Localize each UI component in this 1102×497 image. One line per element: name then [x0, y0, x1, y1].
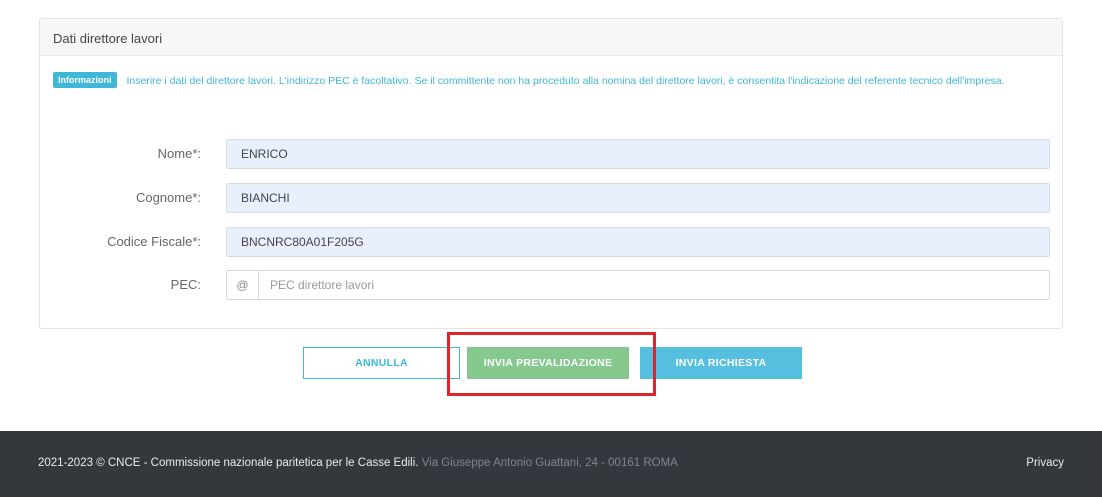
pec-input-group: @ — [226, 270, 1050, 300]
privacy-link[interactable]: Privacy — [1026, 457, 1064, 469]
footer: 2021-2023 © CNCE - Commissione nazionale… — [0, 431, 1102, 497]
info-badge: Informazioni — [53, 72, 117, 88]
footer-credits: 2021-2023 © CNCE - Commissione nazionale… — [38, 457, 678, 469]
send-request-button[interactable]: INVIA RICHIESTA — [640, 347, 802, 379]
footer-copyright: 2021-2023 © CNCE - Commissione nazionale… — [38, 457, 419, 469]
codice-fiscale-input[interactable]: BNCNRC80A01F205G — [226, 227, 1050, 257]
form-row-pec: PEC: @ — [40, 270, 1064, 300]
form-row-codice-fiscale: Codice Fiscale*: BNCNRC80A01F205G — [40, 227, 1064, 257]
info-message: Informazioni Inserire i dati del direttor… — [53, 72, 1053, 90]
info-text: Inserire i dati del direttore lavori. L'… — [126, 75, 1005, 87]
cognome-input[interactable]: BIANCHI — [226, 183, 1050, 213]
pec-label: PEC: — [170, 277, 201, 292]
nome-input[interactable]: ENRICO — [226, 139, 1050, 169]
send-prevalidation-button[interactable]: INVIA PREVALIDAZIONE — [467, 347, 629, 379]
cognome-label: Cognome*: — [135, 190, 201, 205]
pec-input[interactable] — [260, 271, 1049, 299]
footer-address: Via Giuseppe Antonio Guattani, 24 - 0016… — [421, 457, 678, 469]
form-row-nome: Nome*: ENRICO — [40, 139, 1064, 169]
form-row-cognome: Cognome*: BIANCHI — [40, 183, 1064, 213]
cancel-button[interactable]: ANNULLA — [303, 347, 460, 379]
director-data-panel: Dati direttore lavori Informazioni Inseri… — [39, 18, 1063, 329]
codice-fiscale-label: Codice Fiscale*: — [107, 234, 201, 249]
nome-label: Nome*: — [157, 146, 201, 161]
at-sign-icon: @ — [227, 271, 259, 299]
panel-title: Dati direttore lavori — [40, 19, 1062, 56]
